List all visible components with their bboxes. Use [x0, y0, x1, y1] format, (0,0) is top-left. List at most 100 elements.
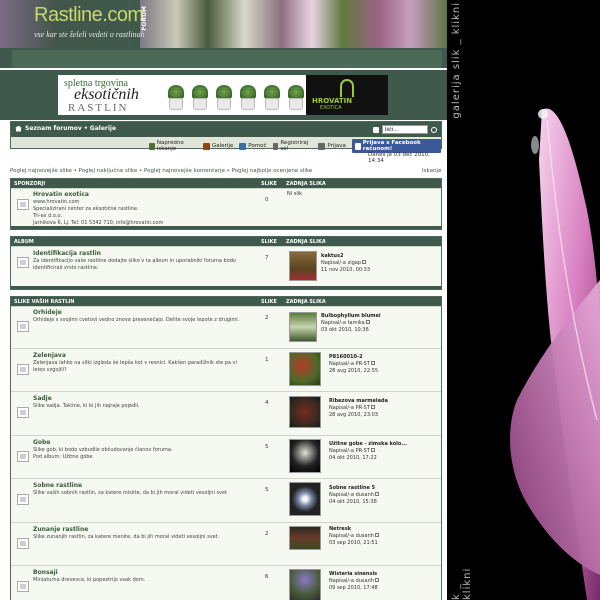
- facebook-icon: [354, 142, 361, 150]
- gallery-link-bottom[interactable]: k _ klikni: [451, 552, 473, 600]
- nav-link-galleries[interactable]: Galerije: [203, 142, 233, 150]
- logo-forum-badge: FORUM: [141, 6, 148, 31]
- album-row[interactable]: Hrovatin exotica www.hrovatin.com Specia…: [11, 188, 441, 226]
- last-image-title[interactable]: Sobne rastline 5: [329, 485, 375, 491]
- album-title[interactable]: Gobe: [33, 439, 50, 446]
- last-image-thumbnail[interactable]: [289, 352, 321, 386]
- view-post-icon[interactable]: [370, 361, 375, 365]
- album-icon: [17, 321, 29, 332]
- image-count: 6: [265, 574, 269, 580]
- gallery-link-top[interactable]: galerija slik _ klikni: [451, 2, 462, 119]
- desc-line: Specializirani center za eksotične rastl…: [33, 206, 139, 212]
- album-icon: [17, 407, 29, 418]
- last-image-title[interactable]: Wisteria sinensis: [329, 571, 377, 577]
- image-count: 2: [265, 315, 269, 321]
- album-row[interactable]: Zelenjava Zelenjava lahko na sliki izgle…: [11, 348, 441, 391]
- album-icon: [17, 494, 29, 505]
- header-bar: [12, 50, 442, 68]
- album-row[interactable]: Identifikacija rastlin Za identifikacijo…: [11, 246, 441, 286]
- last-image-title[interactable]: Netresk: [329, 526, 351, 532]
- gallery-icon: [203, 142, 211, 150]
- last-image-info: P8160010-2 Napisal/-a PR-ST 28 avg 2010,…: [329, 354, 379, 374]
- album-row[interactable]: Sadje Slike sadja. Takšne, ki bi jih naj…: [11, 391, 441, 435]
- last-image-title[interactable]: kaktus2: [321, 253, 343, 259]
- section-album: ALBUM SLIKE ZADNJA SLIKA Identifikacija …: [10, 236, 442, 290]
- last-image-title[interactable]: Užitne gobe - zimska kolo...: [329, 441, 407, 447]
- sponsor-link[interactable]: www.hrovatin.com: [33, 199, 253, 206]
- album-description: Slike sadja. Takšne, ki bi jih najraje p…: [33, 403, 140, 409]
- forum-page: Rastline.com FORUM vse kar ste želeli ve…: [0, 0, 447, 600]
- album-title[interactable]: Identifikacija rastlin: [33, 250, 101, 257]
- header-photo-strip: [140, 0, 447, 48]
- search-input[interactable]: [382, 125, 428, 134]
- album-title[interactable]: Bonsaji: [33, 569, 58, 576]
- view-post-icon[interactable]: [365, 320, 370, 324]
- section-header: ALBUM SLIKE ZADNJA SLIKA: [11, 237, 441, 246]
- last-image-thumbnail[interactable]: [289, 251, 317, 281]
- view-post-icon[interactable]: [362, 260, 366, 264]
- home-icon: [15, 125, 22, 132]
- album-row[interactable]: Sobne rastline Slike vaših sobnih rastli…: [11, 478, 441, 522]
- last-image-thumbnail[interactable]: [289, 526, 321, 550]
- plant-pot: [238, 85, 258, 111]
- breadcrumb-text[interactable]: Seznam forumov • Galerije: [25, 125, 116, 132]
- subalbum-link[interactable]: Pod album: Užitne gobe: [33, 454, 253, 461]
- album-description: Orhideje s svojimi cvetovi vedno znova p…: [33, 317, 240, 323]
- gallery-view-links[interactable]: Poglej najnovejše slike • Poglej naključ…: [10, 168, 442, 174]
- last-image-thumbnail[interactable]: [289, 482, 321, 516]
- view-post-icon[interactable]: [374, 578, 379, 582]
- last-image-thumbnail[interactable]: [289, 312, 317, 342]
- ad-banner[interactable]: spletna trgovina eksotičnih RASTLIN HROV…: [58, 75, 388, 115]
- current-date: Danes je 03 dec 2010, 14:34: [368, 152, 430, 164]
- last-image-thumbnail[interactable]: [289, 439, 321, 473]
- search-box: [373, 125, 437, 134]
- last-image-title[interactable]: Bulbophyllum blumei: [321, 313, 381, 319]
- last-image-title[interactable]: Ribezova marmelada: [329, 398, 388, 404]
- album-title[interactable]: Zunanje rastline: [33, 526, 88, 533]
- nav-link-login[interactable]: Prijava: [318, 142, 346, 150]
- view-post-icon[interactable]: [374, 533, 379, 537]
- last-image-thumbnail[interactable]: [289, 569, 321, 600]
- album-row[interactable]: Zunanje rastline Slike zunanjih rastlin,…: [11, 522, 441, 565]
- plant-pot: [214, 85, 234, 111]
- site-logo[interactable]: Rastline.com: [34, 4, 144, 27]
- last-image-thumbnail[interactable]: [289, 396, 321, 428]
- last-image-info: kaktus2 Napisal/-a zigap 11 nov 2010, 00…: [321, 253, 371, 273]
- album-title[interactable]: Sadje: [33, 395, 52, 402]
- login-icon: [318, 142, 326, 150]
- facebook-login-button[interactable]: Prijava s Facebook računom!: [351, 139, 441, 153]
- search-link[interactable]: Iskanje: [422, 168, 441, 174]
- album-title[interactable]: Orhideje: [33, 309, 62, 316]
- view-post-icon[interactable]: [370, 405, 375, 409]
- plant-pot: [190, 85, 210, 111]
- view-post-icon[interactable]: [374, 492, 379, 496]
- album-title[interactable]: Sobne rastline: [33, 482, 82, 489]
- image-count: 7: [265, 255, 269, 261]
- nav-link-advanced-search[interactable]: Napredno iskanje: [149, 140, 197, 152]
- album-title[interactable]: Hrovatin exotica: [33, 191, 89, 198]
- help-icon: [239, 142, 247, 150]
- search-icon[interactable]: [431, 126, 437, 133]
- last-image-info: Netresk Napisal/-a dusanh 03 sep 2010, 2…: [329, 526, 379, 546]
- last-image-info: Sobne rastline 5 Napisal/-a dusanh 04 ok…: [329, 485, 379, 506]
- section-footer: [11, 226, 441, 229]
- album-icon: [17, 257, 29, 268]
- last-image-title[interactable]: P8160010-2: [329, 354, 363, 360]
- flower-petal-image: [510, 108, 600, 600]
- search-options-icon[interactable]: [373, 126, 379, 133]
- breadcrumb[interactable]: Seznam forumov • Galerije: [15, 125, 116, 132]
- view-post-icon[interactable]: [370, 448, 375, 452]
- album-description: Zelenjava lahko na sliki izgleda še lepš…: [33, 360, 237, 373]
- album-title[interactable]: Zelenjava: [33, 352, 66, 359]
- gallery-side-banner[interactable]: galerija slik _ klikni k _ klikni: [447, 0, 600, 600]
- nav-link-help[interactable]: Pomoč: [239, 142, 267, 150]
- album-row[interactable]: Gobe Slike gob, ki bodo vzbudile občudov…: [11, 435, 441, 478]
- image-count: 4: [265, 400, 269, 406]
- register-icon: [272, 142, 279, 150]
- album-row[interactable]: Orhideje Orhideje s svojimi cvetovi vedn…: [11, 306, 441, 348]
- album-row[interactable]: Bonsaji Miniaturna drevesca, ki popestri…: [11, 565, 441, 600]
- album-description: Slike zunanjih rastlin, za katere menite…: [33, 534, 220, 540]
- nav-link-register[interactable]: Registriraj se!: [272, 140, 313, 152]
- nav-panel: Seznam forumov • Galerije Napredno iskan…: [10, 121, 442, 153]
- advanced-search-icon: [149, 142, 155, 150]
